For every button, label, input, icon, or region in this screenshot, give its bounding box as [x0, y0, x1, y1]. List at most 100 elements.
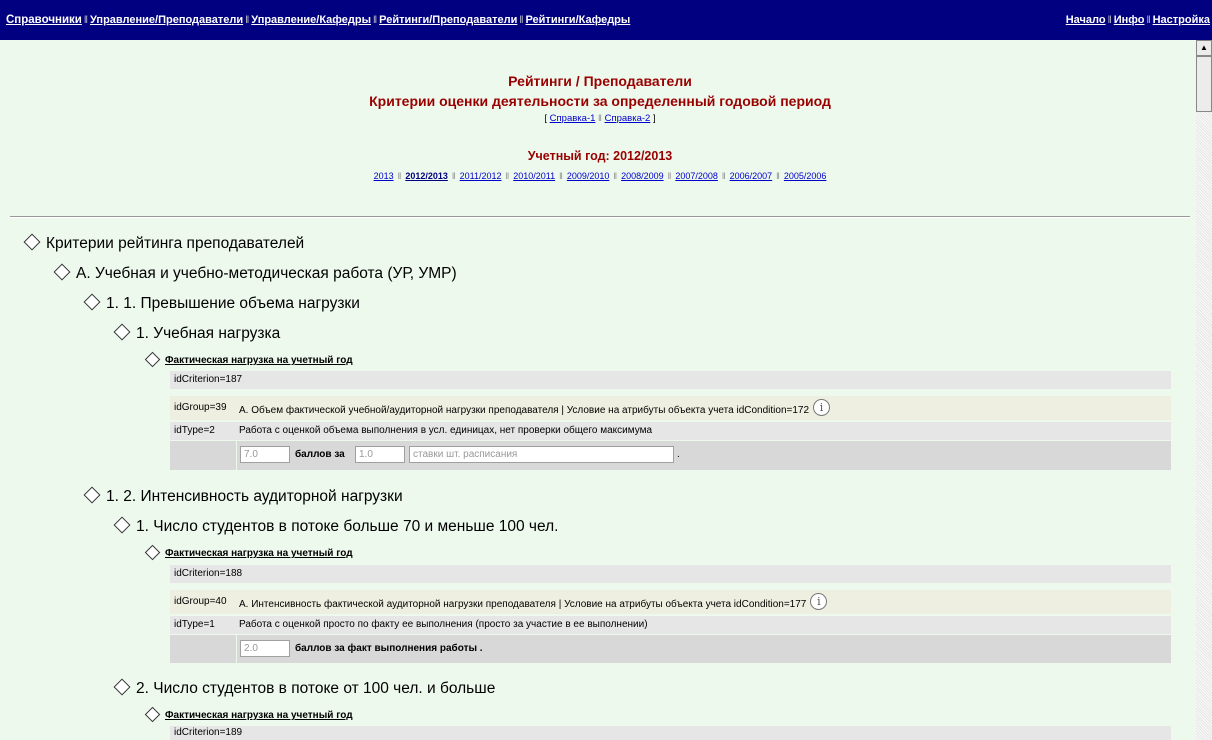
menu-separator: ‖ — [1107, 15, 1112, 26]
menu-reitingi-prepodavateli[interactable]: Рейтинги/Преподаватели — [379, 14, 517, 26]
bracket-close: ] — [652, 113, 656, 124]
group-row: idGroup=39 А. Объем фактической учебной/… — [170, 396, 1171, 420]
year-link[interactable]: 2007/2008 — [675, 171, 718, 181]
tree-node-label: А. Учебная и учебно-методическая работа … — [76, 265, 457, 282]
diamond-icon — [113, 678, 131, 696]
criterion-link[interactable]: Фактическая нагрузка на учетный год — [165, 548, 353, 559]
year-selector: 2013 ‖ 2012/2013 ‖ 2011/2012 ‖ 2010/2011 ‖ 2009/… — [10, 171, 1190, 181]
points-for-label: баллов за — [295, 449, 345, 460]
info-icon[interactable]: i — [810, 593, 828, 610]
year-link[interactable]: 2006/2007 — [730, 171, 773, 181]
id-group: idGroup=39 — [174, 402, 227, 413]
tree-node-section-a[interactable]: А. Учебная и учебно-методическая работа … — [53, 263, 457, 283]
year-separator: ‖ — [505, 171, 510, 181]
blank-cell — [170, 635, 236, 663]
tree-node-label: 1. 2. Интенсивность аудиторной нагрузки — [106, 488, 403, 505]
diamond-icon — [113, 516, 131, 534]
header-divider — [10, 216, 1190, 218]
menu-separator: ‖ — [245, 15, 250, 26]
year-separator: ‖ — [776, 171, 780, 181]
tree-node-group-1-1[interactable]: 1. 1. Превышение объема нагрузки — [83, 293, 360, 313]
diamond-icon — [53, 263, 71, 281]
page-title: Рейтинги / Преподаватели — [508, 73, 692, 89]
menu-separator: ‖ — [598, 113, 602, 124]
scroll-up-arrow-icon[interactable]: ▲ — [1196, 40, 1212, 56]
criterion-item: Фактическая нагрузка на учетный год — [144, 544, 353, 561]
year-link[interactable]: 2011/2012 — [460, 171, 502, 181]
criterion-link[interactable]: Фактическая нагрузка на учетный год — [165, 355, 353, 366]
tree-node-group-1-2[interactable]: 1. 2. Интенсивность аудиторной нагрузки — [83, 486, 403, 506]
vertical-scrollbar[interactable]: ▲ — [1196, 40, 1212, 740]
type-row: idType=1 Работа с оценкой просто по факт… — [170, 616, 1171, 634]
help-link-2[interactable]: Справка-2 — [605, 113, 651, 124]
year-link[interactable]: 2005/2006 — [784, 171, 827, 181]
year-link[interactable]: 2009/2010 — [567, 171, 610, 181]
help-links: [ Справка-1 ‖ Справка-2 ] — [10, 113, 1190, 124]
menu-nastroika[interactable]: Настройка — [1153, 14, 1210, 26]
diamond-icon — [83, 486, 101, 504]
menu-nachalo[interactable]: Начало — [1066, 14, 1106, 26]
end-dot: . — [677, 449, 680, 460]
diamond-icon — [144, 544, 161, 561]
menu-spravochniki[interactable]: Справочники — [6, 14, 82, 26]
year-separator: ‖ — [721, 171, 726, 181]
diamond-icon — [144, 351, 161, 368]
diamond-icon — [113, 323, 131, 341]
tree-node-uchebnaya-nagruzka[interactable]: 1. Учебная нагрузка — [113, 323, 280, 343]
criterion-link[interactable]: Фактическая нагрузка на учетный год — [165, 710, 353, 721]
type-description: Работа с оценкой объема выполнения в усл… — [239, 425, 653, 436]
utility-menu: Начало ‖ Инфо ‖ Настройка — [1066, 14, 1210, 26]
help-link-1[interactable]: Справка-1 — [550, 113, 596, 124]
points-input[interactable]: 2.0 — [240, 640, 290, 657]
tree-node-label: 1. Число студентов в потоке больше 70 и … — [136, 518, 559, 535]
year-link[interactable]: 2008/2009 — [621, 171, 664, 181]
menu-separator: ‖ — [83, 15, 88, 26]
points-input[interactable]: 7.0 — [240, 446, 290, 463]
criterion-id-row: idCriterion=187 — [170, 371, 1171, 389]
criterion-id-row: idCriterion=189 — [170, 726, 1171, 740]
tree-node-label: 2. Число студентов в потоке от 100 чел. … — [136, 680, 496, 697]
year-link[interactable]: 2013 — [374, 171, 394, 181]
year-link[interactable]: 2010/2011 — [513, 171, 555, 181]
scrollbar-thumb[interactable] — [1196, 56, 1212, 112]
id-type: idType=2 — [174, 425, 215, 436]
criterion-item: Фактическая нагрузка на учетный год — [144, 706, 353, 723]
tree-node-students-100-plus[interactable]: 2. Число студентов в потоке от 100 чел. … — [113, 678, 496, 698]
menu-upravlenie-prepodavateli[interactable]: Управление/Преподаватели — [90, 14, 243, 26]
diamond-icon — [83, 293, 101, 311]
year-separator: ‖ — [451, 171, 456, 181]
year-separator: ‖ — [397, 171, 402, 181]
blank-cell — [170, 441, 236, 470]
menu-reitingi-kafedry[interactable]: Рейтинги/Кафедры — [525, 14, 630, 26]
menu-separator: ‖ — [373, 15, 378, 26]
menu-upravlenie-kafedry[interactable]: Управление/Кафедры — [251, 14, 371, 26]
info-icon[interactable]: i — [813, 399, 831, 416]
year-separator: ‖ — [667, 171, 672, 181]
diamond-icon — [144, 706, 161, 723]
year-separator: ‖ — [559, 171, 563, 181]
menu-info[interactable]: Инфо — [1114, 14, 1145, 26]
tree-node-label: 1. 1. Превышение объема нагрузки — [106, 295, 360, 312]
tree-node-students-70-100[interactable]: 1. Число студентов в потоке больше 70 и … — [113, 516, 559, 536]
tree-node-root[interactable]: Критерии рейтинга преподавателей — [23, 233, 304, 253]
type-row: idType=2 Работа с оценкой объема выполне… — [170, 422, 1171, 440]
id-criterion: idCriterion=188 — [174, 568, 243, 579]
points-fact-label: баллов за факт выполнения работы . — [295, 643, 483, 654]
group-description: А. Объем фактической учебной/аудиторной … — [239, 405, 810, 417]
id-type: idType=1 — [174, 619, 215, 630]
page-subtitle: Критерии оценки деятельности за определе… — [369, 93, 831, 109]
per-value-input[interactable]: 1.0 — [355, 446, 405, 463]
page-header: Рейтинги / Преподаватели Критерии оценки… — [10, 40, 1190, 216]
unit-input[interactable]: ставки шт. расписания — [409, 446, 674, 463]
id-group: idGroup=40 — [174, 596, 227, 607]
year-link-current[interactable]: 2012/2013 — [405, 171, 448, 181]
bracket-open: [ — [544, 113, 548, 124]
menu-separator: ‖ — [519, 15, 524, 26]
group-row: idGroup=40 А. Интенсивность фактической … — [170, 590, 1171, 614]
main-menu: Справочники ‖ Управление/Преподаватели ‖ Упр… — [6, 14, 630, 26]
menu-separator: ‖ — [1146, 15, 1151, 26]
id-criterion: idCriterion=189 — [174, 727, 243, 738]
group-description: А. Интенсивность фактической аудиторной … — [239, 599, 807, 611]
year-separator: ‖ — [613, 171, 618, 181]
top-navigation-bar: Справочники ‖ Управление/Преподаватели ‖ Упр… — [0, 0, 1212, 40]
